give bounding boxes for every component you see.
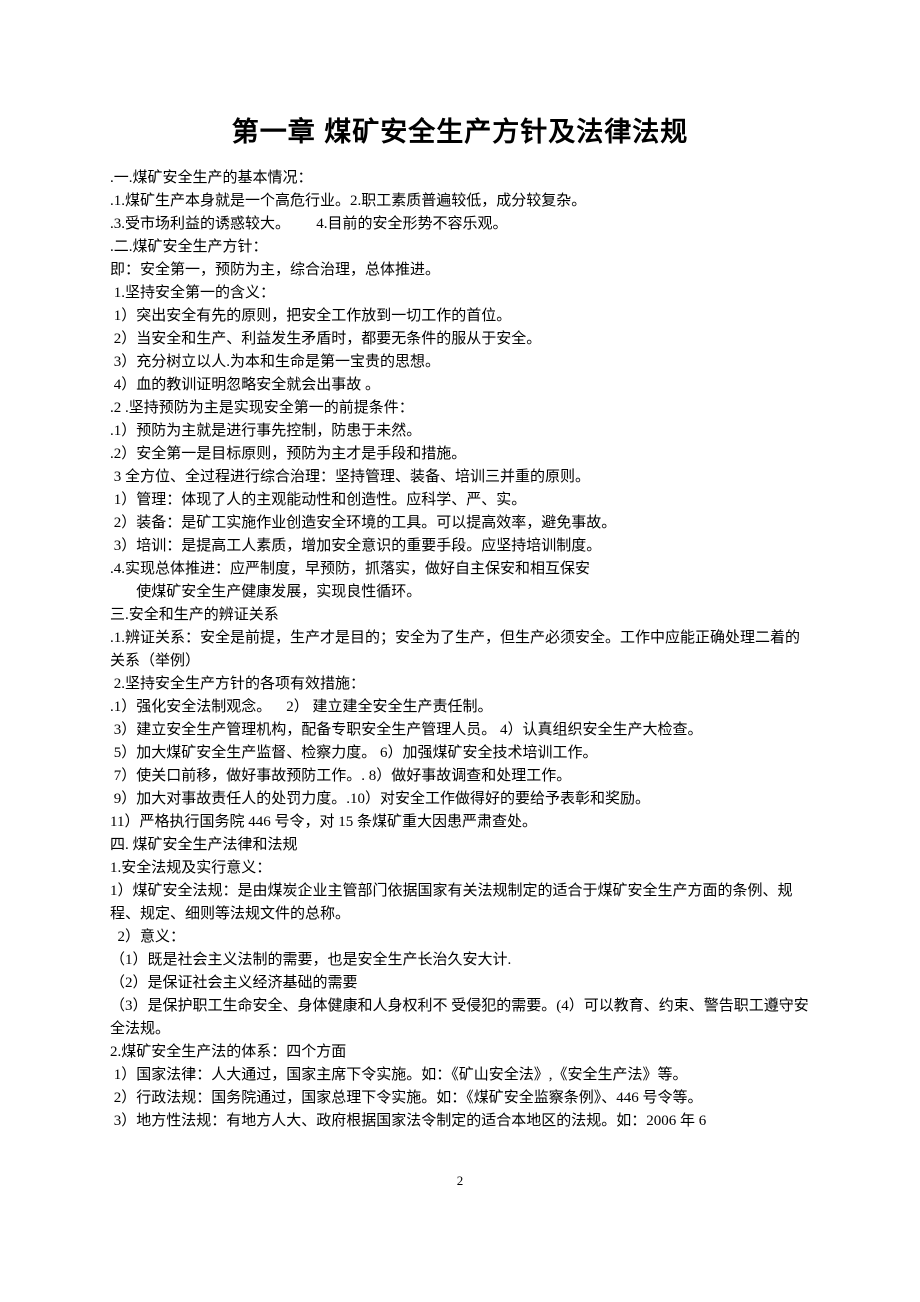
text-line: 四. 煤矿安全生产法律和法规: [110, 834, 810, 857]
text-line: 5）加大煤矿安全生产监督、检察力度。 6）加强煤矿安全技术培训工作。: [110, 742, 810, 765]
text-line: .1）强化安全法制观念。 2） 建立建全安全生产责任制。: [110, 696, 810, 719]
text-line: 2）行政法规：国务院通过，国家总理下令实施。如：《煤矿安全监察条例》、446 号…: [110, 1087, 810, 1110]
body-text: .一.煤矿安全生产的基本情况：.1.煤矿生产本身就是一个高危行业。2.职工素质普…: [110, 167, 810, 1133]
text-line: 1.坚持安全第一的含义：: [110, 282, 810, 305]
text-line: 2）意义：: [110, 926, 810, 949]
text-line: 3）培训：是提高工人素质，增加安全意识的重要手段。应坚持培训制度。: [110, 535, 810, 558]
text-line: 1）突出安全有先的原则，把安全工作放到一切工作的首位。: [110, 305, 810, 328]
text-line: .2 .坚持预防为主是实现安全第一的前提条件：: [110, 397, 810, 420]
text-line: 2）装备：是矿工实施作业创造安全环境的工具。可以提高效率，避免事故。: [110, 512, 810, 535]
text-line: 1）煤矿安全法规：是由煤炭企业主管部门依据国家有关法规制定的适合于煤矿安全生产方…: [110, 880, 810, 926]
text-line: .4.实现总体推进：应严制度，早预防，抓落实，做好自主保安和相互保安: [110, 558, 810, 581]
text-line: 2.坚持安全生产方针的各项有效措施：: [110, 673, 810, 696]
document-page: 第一章 煤矿安全生产方针及法律法规 .一.煤矿安全生产的基本情况：.1.煤矿生产…: [0, 0, 920, 1229]
text-line: 1）管理：体现了人的主观能动性和创造性。应科学、严、实。: [110, 489, 810, 512]
text-line: 2.煤矿安全生产法的体系：四个方面: [110, 1041, 810, 1064]
text-line: 2）当安全和生产、利益发生矛盾时，都要无条件的服从于安全。: [110, 328, 810, 351]
text-line: 3）地方性法规：有地方人大、政府根据国家法令制定的适合本地区的法规。如：2006…: [110, 1110, 810, 1133]
text-line: 即：安全第一，预防为主，综合治理，总体推进。: [110, 259, 810, 282]
text-line: 3）充分树立以人.为本和生命是第一宝贵的思想。: [110, 351, 810, 374]
page-number: 2: [110, 1173, 810, 1189]
text-line: 3 全方位、全过程进行综合治理：坚持管理、装备、培训三并重的原则。: [110, 466, 810, 489]
text-line: （2）是保证社会主义经济基础的需要: [110, 972, 810, 995]
text-line: 9）加大对事故责任人的处罚力度。.10）对安全工作做得好的要给予表彰和奖励。: [110, 788, 810, 811]
text-line: .3.受市场利益的诱惑较大。 4.目前的安全形势不容乐观。: [110, 213, 810, 236]
text-line: 1.安全法规及实行意义：: [110, 857, 810, 880]
text-line: （3）是保护职工生命安全、身体健康和人身权利不 受侵犯的需要。(4）可以教育、约…: [110, 995, 810, 1041]
text-line: .2）安全第一是目标原则，预防为主才是手段和措施。: [110, 443, 810, 466]
text-line: 1）国家法律：人大通过，国家主席下令实施。如：《矿山安全法》,《安全生产法》等。: [110, 1064, 810, 1087]
text-line: 使煤矿安全生产健康发展，实现良性循环。: [110, 581, 810, 604]
text-line: .1.煤矿生产本身就是一个高危行业。2.职工素质普遍较低，成分较复杂。: [110, 190, 810, 213]
text-line: （1）既是社会主义法制的需要，也是安全生产长治久安大计.: [110, 949, 810, 972]
text-line: 7）使关口前移，做好事故预防工作。. 8）做好事故调查和处理工作。: [110, 765, 810, 788]
text-line: .1）预防为主就是进行事先控制，防患于未然。: [110, 420, 810, 443]
text-line: 11）严格执行国务院 446 号令，对 15 条煤矿重大因患严肃查处。: [110, 811, 810, 834]
text-line: 三.安全和生产的辨证关系: [110, 604, 810, 627]
text-line: 4）血的教训证明忽略安全就会出事故 。: [110, 374, 810, 397]
text-line: .一.煤矿安全生产的基本情况：: [110, 167, 810, 190]
text-line: 3）建立安全生产管理机构，配备专职安全生产管理人员。 4）认真组织安全生产大检查…: [110, 719, 810, 742]
text-line: .二.煤矿安全生产方针：: [110, 236, 810, 259]
text-line: .1.辨证关系：安全是前提，生产才是目的；安全为了生产，但生产必须安全。工作中应…: [110, 627, 810, 673]
chapter-title: 第一章 煤矿安全生产方针及法律法规: [110, 110, 810, 149]
